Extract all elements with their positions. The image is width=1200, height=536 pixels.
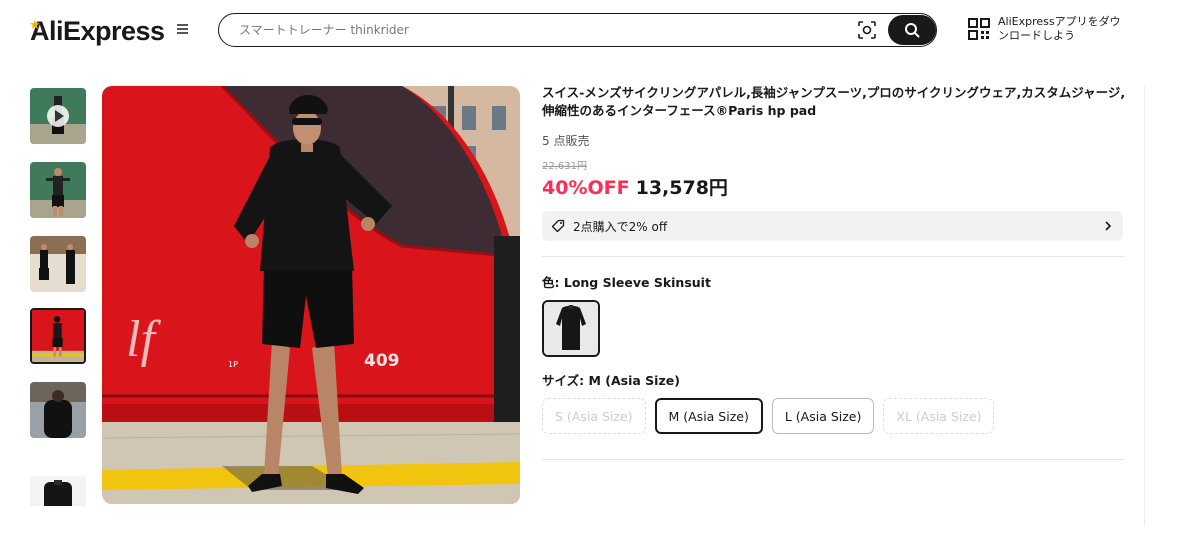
original-price: 22,631円 (542, 161, 587, 172)
promo-banner[interactable]: 2点購入で2% off (542, 211, 1123, 241)
discount-label: 40%OFF (542, 177, 630, 199)
size-options: S (Asia Size) M (Asia Size) L (Asia Size… (542, 398, 995, 434)
current-price: 13,578円 (635, 177, 728, 199)
app-download-label: AliExpressアプリをダウンロードしよう (998, 15, 1121, 42)
color-label: 色: Long Sleeve Skinsuit (542, 275, 711, 290)
thumbnail-image[interactable] (30, 382, 86, 438)
main-product-image[interactable]: lf 1P 409 (102, 86, 520, 504)
divider (542, 459, 1124, 460)
size-option-s[interactable]: S (Asia Size) (542, 398, 646, 434)
chevron-right-icon (1105, 221, 1112, 231)
menu-icon[interactable] (177, 24, 188, 34)
color-option-skinsuit[interactable] (542, 300, 600, 357)
search-icon (905, 23, 920, 38)
divider (542, 256, 1124, 257)
search-input[interactable] (239, 14, 839, 45)
search-button[interactable] (888, 15, 936, 45)
thumbnail-image-selected[interactable] (30, 308, 86, 364)
sold-count: 5 点販売 (542, 134, 590, 148)
search-bar (218, 13, 937, 47)
thumbnail-video[interactable] (30, 88, 86, 144)
thumbnail-image[interactable] (30, 236, 86, 292)
aliexpress-logo[interactable]: ★ AliExpress (29, 14, 165, 48)
size-option-l[interactable]: L (Asia Size) (771, 398, 875, 434)
tag-icon (551, 219, 565, 233)
thumbnail-image[interactable] (30, 162, 86, 218)
thumbnail-list (28, 86, 88, 506)
price-row: 40%OFF 13,578円 (542, 173, 728, 200)
promo-text: 2点購入で2% off (573, 220, 668, 234)
app-download-link[interactable]: AliExpressアプリをダウンロードしよう (968, 15, 1128, 43)
qr-code-icon (968, 18, 990, 40)
panel-edge (1144, 86, 1145, 526)
thumbnail-image[interactable] (30, 476, 86, 506)
size-option-xl[interactable]: XL (Asia Size) (883, 398, 995, 434)
logo-text: AliExpress (30, 15, 165, 46)
train-car-label: 1P (228, 360, 238, 369)
product-title: スイス-メンズサイクリングアパレル,長袖ジャンプスーツ,プロのサイクリングウェア… (542, 85, 1126, 118)
logo-star-icon: ★ (29, 18, 41, 33)
size-label: サイズ: M (Asia Size) (542, 373, 680, 388)
image-search-icon[interactable] (857, 20, 877, 40)
size-option-m[interactable]: M (Asia Size) (654, 398, 763, 434)
train-number: 409 (364, 351, 400, 371)
